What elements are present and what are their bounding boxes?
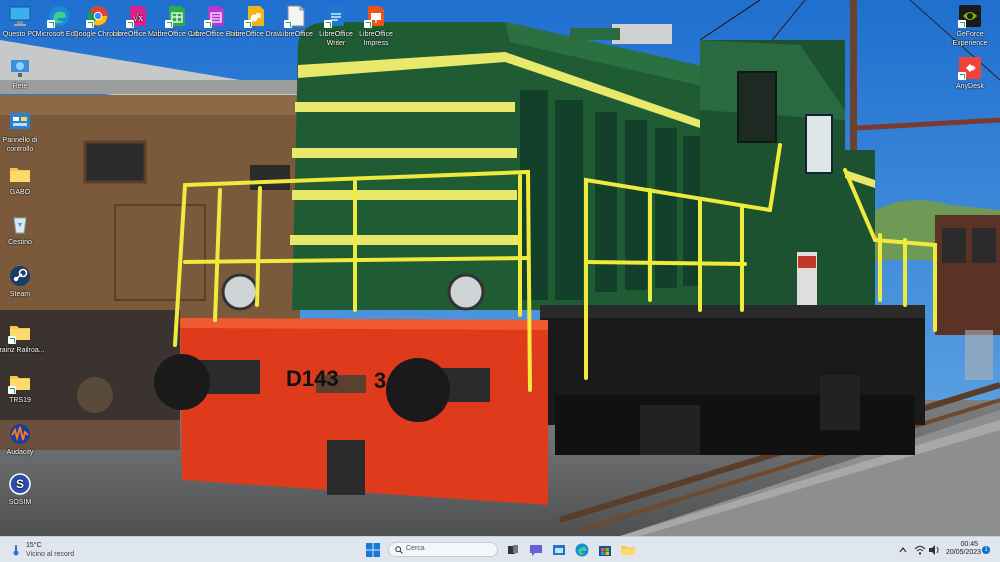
weather-condition: Vicino al record bbox=[26, 551, 75, 558]
desktop-icon-trs19[interactable]: TRS19 bbox=[0, 370, 46, 405]
desktop-icon-label: AnyDesk bbox=[955, 83, 984, 90]
libreoffice-writer-icon bbox=[324, 4, 348, 28]
taskbar-search-box[interactable]: Cerca bbox=[388, 542, 498, 557]
loco-number-right: 3 bbox=[374, 368, 386, 393]
start-button[interactable] bbox=[364, 541, 382, 559]
audacity-icon bbox=[8, 422, 32, 446]
shortcut-arrow-icon bbox=[165, 20, 173, 28]
desktop-icon-label: Rete bbox=[12, 83, 28, 90]
chevron-up-icon bbox=[899, 547, 907, 553]
shortcut-arrow-icon bbox=[284, 20, 292, 28]
desktop-icon-libreoffice-impress[interactable]: LibreOffice Impress bbox=[350, 4, 402, 48]
libreoffice-icon bbox=[284, 4, 308, 28]
shortcut-arrow-icon bbox=[244, 20, 252, 28]
taskbar-edge[interactable] bbox=[574, 542, 590, 558]
libreoffice-math-icon: √x bbox=[126, 4, 150, 28]
folder-icon bbox=[8, 162, 32, 186]
task-view-icon bbox=[508, 545, 518, 554]
desktop-icon-label: Pannello di controllo bbox=[2, 137, 38, 153]
desktop-icon-label: Steam bbox=[9, 291, 31, 298]
folder-icon bbox=[8, 320, 32, 344]
taskbar-teams-chat[interactable] bbox=[528, 542, 544, 558]
teams-chat-icon bbox=[530, 545, 542, 556]
search-placeholder: Cerca bbox=[406, 545, 425, 552]
desktop-icon-label: Audacity bbox=[6, 449, 34, 456]
monitor-icon bbox=[8, 4, 32, 28]
speaker-icon bbox=[929, 545, 939, 555]
desktop-icon-anydesk[interactable]: AnyDesk bbox=[944, 56, 996, 91]
clock-time: 00:45 bbox=[960, 541, 978, 548]
shortcut-arrow-icon bbox=[126, 20, 134, 28]
weather-temp: 15°C bbox=[26, 542, 42, 549]
clock-date: 20/05/2023 bbox=[946, 549, 982, 556]
desktop-icon-label: GeForce Experience bbox=[952, 31, 988, 47]
shortcut-arrow-icon bbox=[958, 20, 966, 28]
tray-volume[interactable] bbox=[928, 541, 940, 559]
edge-icon bbox=[575, 543, 589, 557]
desktop-icon-gabo[interactable]: GABO bbox=[0, 162, 46, 197]
taskbar-file-explorer-alt[interactable] bbox=[551, 542, 567, 558]
shortcut-arrow-icon bbox=[204, 20, 212, 28]
shortcut-arrow-icon bbox=[958, 72, 966, 80]
recycle-bin-icon bbox=[8, 212, 32, 236]
taskbar-folder[interactable] bbox=[620, 542, 636, 558]
network-icon bbox=[8, 56, 32, 80]
desktop-icon-steam[interactable]: Steam bbox=[0, 264, 46, 299]
anydesk-icon bbox=[958, 56, 982, 80]
desktop-icon-label: TRS19 bbox=[9, 397, 31, 404]
taskbar-task-view[interactable] bbox=[505, 542, 521, 558]
desktop-icon-label: Cestino bbox=[8, 239, 32, 246]
desktop-icon-sosim[interactable]: S SOSIM bbox=[0, 472, 46, 507]
desktop-icon-trainz[interactable]: Trainz Railroa... bbox=[0, 320, 46, 355]
chrome-icon bbox=[86, 4, 110, 28]
tray-overflow-button[interactable] bbox=[898, 541, 908, 559]
desktop-icon-geforce-experience[interactable]: GeForce Experience bbox=[944, 4, 996, 48]
libreoffice-calc-icon bbox=[165, 4, 189, 28]
libreoffice-draw-icon bbox=[244, 4, 268, 28]
taskbar: 15°C Vicino al record Cerca 00:45 20/05/… bbox=[0, 536, 1000, 562]
desktop-icon-label: Trainz Railroa... bbox=[0, 347, 45, 354]
store-icon bbox=[599, 546, 611, 556]
svg-text:S: S bbox=[16, 477, 24, 491]
taskbar-store[interactable] bbox=[597, 542, 613, 558]
libreoffice-base-icon bbox=[204, 4, 228, 28]
windows-icon bbox=[366, 543, 380, 557]
shortcut-arrow-icon bbox=[8, 386, 16, 394]
app-s-icon: S bbox=[8, 472, 32, 496]
loco-number: D143 bbox=[286, 366, 339, 391]
desktop-icon-audacity[interactable]: Audacity bbox=[0, 422, 46, 457]
folder-icon bbox=[8, 370, 32, 394]
steam-icon bbox=[8, 264, 32, 288]
notification-badge[interactable]: 1 bbox=[982, 546, 990, 554]
shortcut-arrow-icon bbox=[8, 336, 16, 344]
tray-network[interactable] bbox=[914, 541, 926, 559]
svg-text:√x: √x bbox=[133, 13, 144, 24]
edge-icon bbox=[47, 4, 71, 28]
desktop-icon-pannello-di-controllo[interactable]: Pannello di controllo bbox=[0, 110, 46, 154]
weather-widget[interactable]: 15°C Vicino al record bbox=[8, 541, 98, 559]
folder-icon bbox=[621, 546, 635, 555]
desktop-icon-label: GABO bbox=[9, 189, 31, 196]
desktop-icon-label: SOSIM bbox=[8, 499, 32, 506]
desktop-wallpaper: D143 3 bbox=[0, 0, 1000, 536]
desktop-icon-rete[interactable]: Rete bbox=[0, 56, 46, 91]
weather-icon bbox=[13, 545, 19, 556]
nvidia-icon bbox=[958, 4, 982, 28]
shortcut-arrow-icon bbox=[47, 20, 55, 28]
desktop-icon-label: LibreOffice Impress bbox=[359, 31, 393, 47]
control-panel-icon bbox=[8, 110, 32, 134]
file-explorer-icon bbox=[553, 545, 565, 555]
shortcut-arrow-icon bbox=[324, 20, 332, 28]
search-icon bbox=[395, 546, 403, 554]
wifi-icon bbox=[914, 545, 926, 555]
libreoffice-impress-icon bbox=[364, 4, 388, 28]
shortcut-arrow-icon bbox=[364, 20, 372, 28]
desktop-icon-cestino[interactable]: Cestino bbox=[0, 212, 46, 247]
shortcut-arrow-icon bbox=[86, 20, 94, 28]
